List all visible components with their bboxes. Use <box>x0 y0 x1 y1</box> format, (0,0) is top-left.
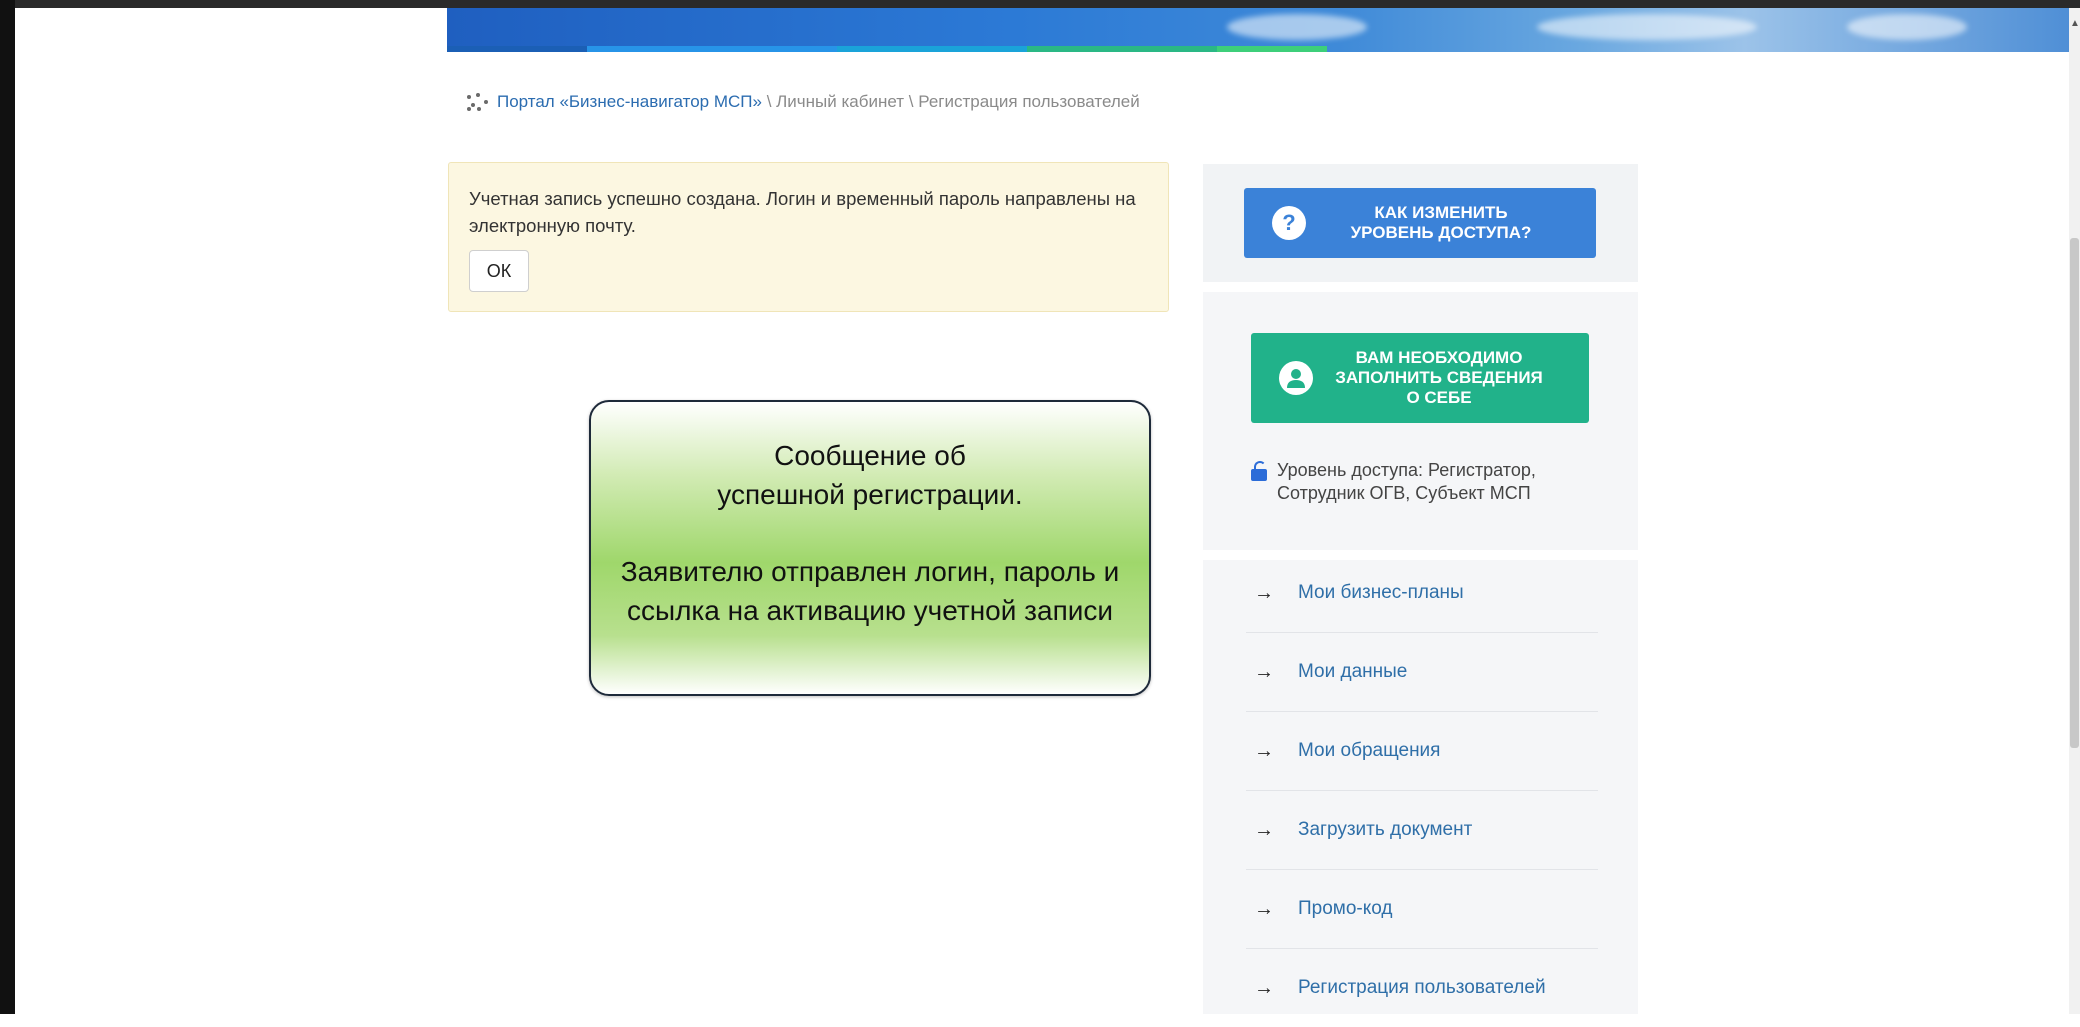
callout-line-2: Заявителю отправлен логин, пароль и ссыл… <box>620 556 1120 626</box>
arrow-right-icon: → <box>1254 818 1274 841</box>
alert-message: Учетная запись успешно создана. Логин и … <box>469 188 1136 236</box>
window-left-edge <box>0 0 15 1014</box>
breadcrumb-path: \ Личный кабинет \ Регистрация пользоват… <box>761 92 1140 111</box>
sidebar-item-business-plans[interactable]: → Мои бизнес-планы <box>1246 554 1598 633</box>
callout-line-1: Сообщение об успешной регистрации. <box>717 440 1023 510</box>
change-access-level-button[interactable]: ? КАК ИЗМЕНИТЬ УРОВЕНЬ ДОСТУПА? <box>1244 188 1596 258</box>
sidebar-item-label: Мои обращения <box>1298 740 1441 761</box>
sidebar-item-label: Мои данные <box>1298 661 1408 682</box>
annotation-callout: Сообщение об успешной регистрации. Заяви… <box>589 400 1151 696</box>
arrow-right-icon: → <box>1254 897 1274 920</box>
ok-button[interactable]: ОК <box>469 250 529 292</box>
access-level-text: Уровень доступа: Регистратор, Сотрудник … <box>1277 460 1536 503</box>
sidebar-item-label: Мои бизнес-планы <box>1298 582 1464 603</box>
portal-logo-icon <box>467 93 489 111</box>
sidebar-item-upload-document[interactable]: → Загрузить документ <box>1246 791 1598 870</box>
scrollbar[interactable]: ▲ <box>2069 8 2080 1014</box>
header-banner <box>447 8 2069 52</box>
sidebar-item-label: Промо-код <box>1298 898 1393 919</box>
success-alert: Учетная запись успешно создана. Логин и … <box>448 162 1169 312</box>
unlock-icon <box>1251 461 1267 481</box>
window-top-edge <box>0 0 2080 8</box>
access-level: Уровень доступа: Регистратор, Сотрудник … <box>1251 459 1611 505</box>
arrow-right-icon: → <box>1254 660 1274 683</box>
sidebar-item-user-registration[interactable]: → Регистрация пользователей <box>1246 949 1598 1027</box>
change-access-level-label: КАК ИЗМЕНИТЬ УРОВЕНЬ ДОСТУПА? <box>1350 203 1532 242</box>
arrow-right-icon: → <box>1254 739 1274 762</box>
fill-profile-button[interactable]: ВАМ НЕОБХОДИМО ЗАПОЛНИТЬ СВЕДЕНИЯ О СЕБЕ <box>1251 333 1589 423</box>
user-icon <box>1279 361 1313 395</box>
sidebar-item-label: Загрузить документ <box>1298 819 1473 840</box>
breadcrumb-home-link[interactable]: Портал «Бизнес-навигатор МСП» <box>497 92 762 111</box>
sidebar-divider <box>1203 282 1638 292</box>
sidebar-item-label: Регистрация пользователей <box>1298 977 1546 998</box>
sidebar: ? КАК ИЗМЕНИТЬ УРОВЕНЬ ДОСТУПА? ВАМ НЕОБ… <box>1203 164 1638 1014</box>
question-icon: ? <box>1272 206 1306 240</box>
sidebar-item-my-data[interactable]: → Мои данные <box>1246 633 1598 712</box>
fill-profile-label: ВАМ НЕОБХОДИМО ЗАПОЛНИТЬ СВЕДЕНИЯ О СЕБЕ <box>1335 348 1543 407</box>
scrollbar-thumb[interactable] <box>2070 238 2079 748</box>
arrow-right-icon: → <box>1254 581 1274 604</box>
sidebar-item-my-requests[interactable]: → Мои обращения <box>1246 712 1598 791</box>
scroll-up-icon[interactable]: ▲ <box>2070 18 2080 30</box>
sidebar-menu: → Мои бизнес-планы → Мои данные → Мои об… <box>1246 554 1598 1027</box>
arrow-right-icon: → <box>1254 976 1274 999</box>
sidebar-item-promo-code[interactable]: → Промо-код <box>1246 870 1598 949</box>
breadcrumb: Портал «Бизнес-навигатор МСП» \ Личный к… <box>467 92 1140 112</box>
